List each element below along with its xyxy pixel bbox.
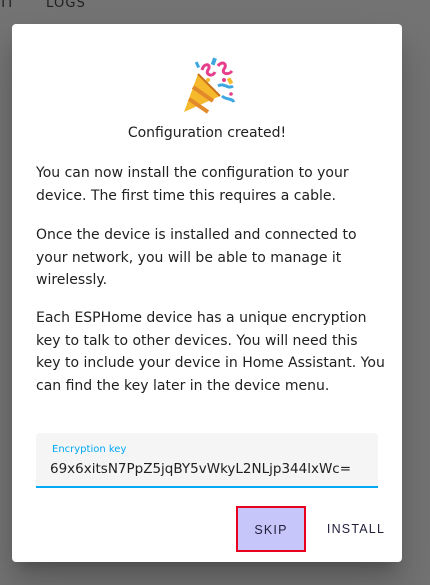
top-tab-bar: DIT LOGS (0, 0, 430, 24)
encryption-key-label: Encryption key (52, 444, 127, 455)
install-instructions-text: You can now install the configuration to… (36, 165, 349, 204)
encryption-key-input[interactable] (50, 458, 376, 480)
party-popper-icon (184, 57, 236, 114)
configuration-created-dialog: Configuration created! You can now insta… (12, 24, 402, 562)
encryption-key-info-text: Each ESPHome device has a unique encrypt… (36, 310, 385, 394)
tab-logs[interactable]: LOGS (46, 0, 86, 14)
tab-edit[interactable]: DIT (0, 0, 15, 14)
skip-button[interactable]: SKIP (236, 506, 306, 552)
install-button[interactable]: INSTALL (322, 506, 390, 552)
encryption-key-field[interactable]: Encryption key (36, 433, 378, 488)
wireless-management-text: Once the device is installed and connect… (36, 227, 357, 288)
dialog-title: Configuration created! (127, 125, 287, 141)
